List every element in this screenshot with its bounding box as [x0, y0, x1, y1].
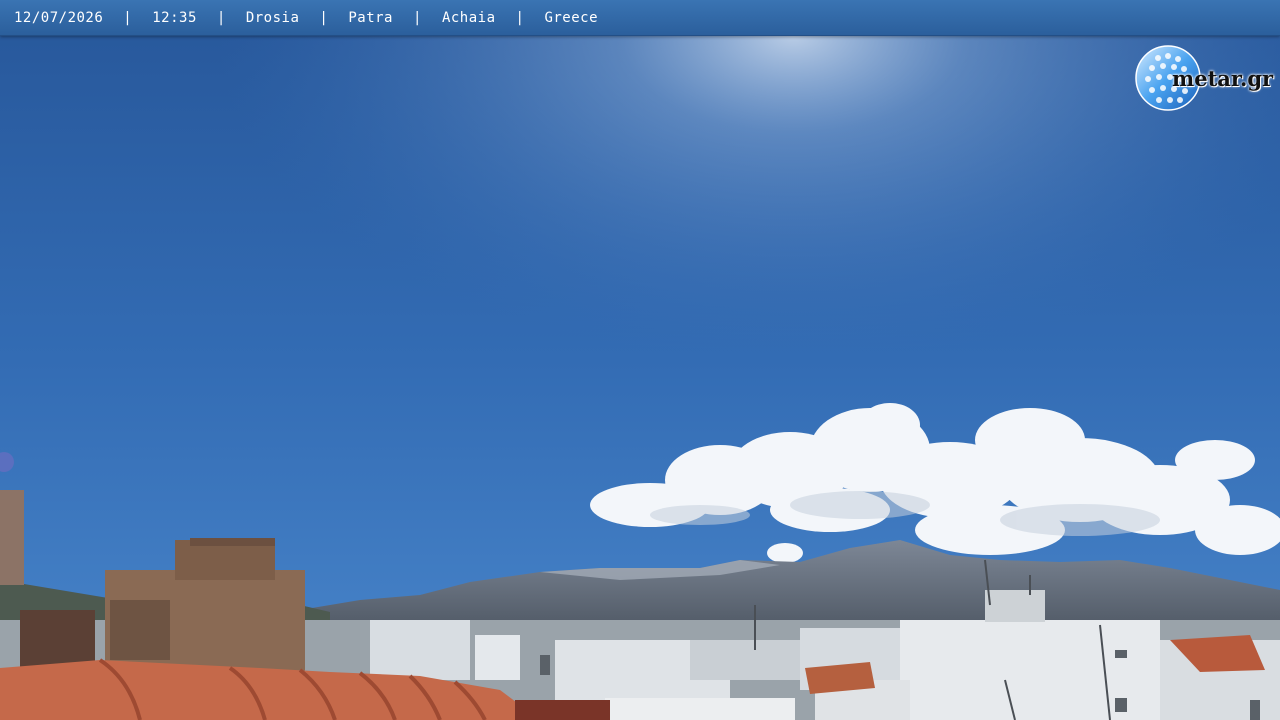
- webcam-image: [0, 0, 1280, 720]
- country-text: Greece: [544, 9, 599, 26]
- region-text: Achaia: [441, 9, 496, 26]
- separator: |: [515, 9, 525, 26]
- roof-dark-edge: [515, 700, 610, 720]
- overlay-info-bar: 12/07/2026 | 12:35 | Drosia | Patra | Ac…: [0, 0, 1280, 36]
- building-white-7: [985, 590, 1045, 622]
- tower-left: [0, 490, 24, 585]
- date-text: 12/07/2026: [14, 9, 104, 26]
- building-left-dark: [20, 610, 95, 670]
- metar-logo: metar.gr: [1134, 44, 1276, 114]
- separator: |: [216, 9, 226, 26]
- location-text: Drosia: [245, 9, 300, 26]
- building-white-4: [690, 640, 800, 680]
- city-text: Patra: [348, 9, 393, 26]
- building-white-2: [475, 635, 520, 680]
- logo-text: metar.gr: [1172, 66, 1274, 91]
- separator: |: [319, 9, 329, 26]
- building-white-9: [605, 698, 795, 720]
- separator: |: [413, 9, 422, 26]
- time-text: 12:35: [152, 9, 197, 26]
- building-white-1: [370, 620, 470, 680]
- separator: |: [123, 9, 133, 26]
